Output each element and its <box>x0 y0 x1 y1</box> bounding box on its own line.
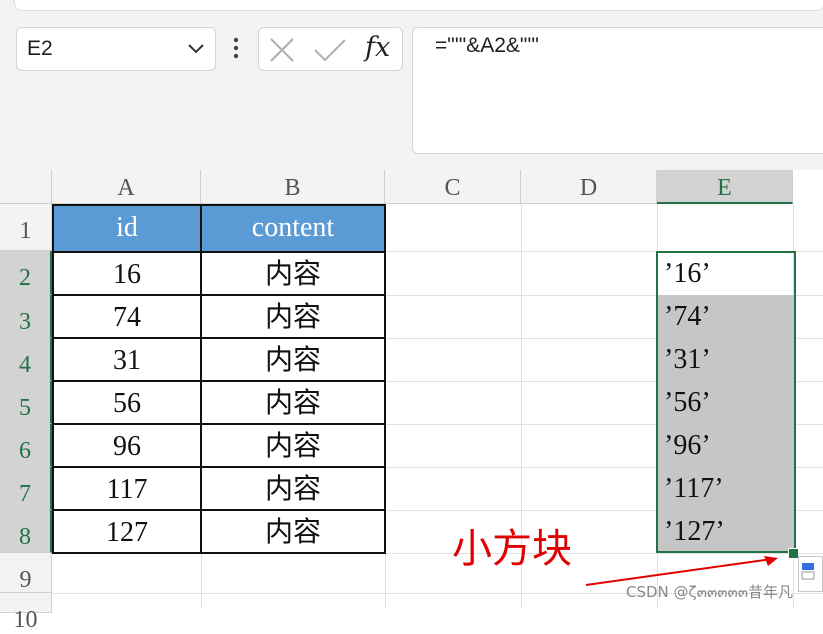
row-header-10[interactable]: 10 <box>0 593 52 633</box>
watermark: CSDN @ζ๓๓๓๓๓昔年凡 <box>626 583 793 601</box>
ribbon-toolbar-edge <box>14 0 823 11</box>
table-cell[interactable]: 内容 <box>200 253 386 296</box>
formula-text[interactable]: ="'"&A2&"'" <box>435 34 539 58</box>
table-cell[interactable]: 内容 <box>200 468 386 511</box>
cancel-icon[interactable] <box>269 38 295 62</box>
auto-fill-icon <box>801 563 815 580</box>
column-header-b[interactable]: B <box>201 170 385 204</box>
auto-fill-options-button[interactable] <box>798 556 823 592</box>
table-cell[interactable]: 内容 <box>200 425 386 468</box>
formula-bar[interactable]: ="'"&A2&"'" <box>412 27 823 154</box>
formula-buttons: fx <box>258 27 403 71</box>
row-header-1[interactable]: 1 <box>0 204 52 251</box>
row-header-8[interactable]: 8 <box>0 510 52 553</box>
row-header-3[interactable]: 3 <box>0 295 52 338</box>
table-cell[interactable]: 74 <box>52 296 202 339</box>
table-cell[interactable]: 内容 <box>200 382 386 425</box>
row-header-4[interactable]: 4 <box>0 338 52 381</box>
annotation-label: 小方块 <box>452 526 572 572</box>
header-cell-content[interactable]: content <box>200 204 386 253</box>
table-cell[interactable]: 内容 <box>200 511 386 554</box>
chevron-down-icon[interactable] <box>187 42 205 56</box>
table-cell[interactable]: 31 <box>52 339 202 382</box>
check-icon[interactable] <box>313 38 347 62</box>
row-header-5[interactable]: 5 <box>0 381 52 424</box>
row-header-9[interactable]: 9 <box>0 553 52 593</box>
insert-function-icon[interactable]: fx <box>365 32 390 63</box>
table-cell[interactable]: 内容 <box>200 339 386 382</box>
column-header-e[interactable]: E <box>657 170 793 204</box>
row-header-2[interactable]: 2 <box>0 251 52 295</box>
name-box-value: E2 <box>27 37 53 60</box>
more-options-icon[interactable] <box>231 36 241 60</box>
table-cell[interactable]: 127 <box>52 511 202 554</box>
header-cell-id[interactable]: id <box>52 204 202 253</box>
column-header-a[interactable]: A <box>52 170 201 204</box>
row-header-7[interactable]: 7 <box>0 467 52 510</box>
table-cell[interactable]: 56 <box>52 382 202 425</box>
selection-range <box>656 251 796 553</box>
select-all-corner[interactable] <box>0 170 52 204</box>
row-header-6[interactable]: 6 <box>0 424 52 467</box>
name-box[interactable]: E2 <box>16 27 216 71</box>
table-cell[interactable]: 117 <box>52 468 202 511</box>
table-cell[interactable]: 内容 <box>200 296 386 339</box>
column-header-d[interactable]: D <box>521 170 657 204</box>
table-cell[interactable]: 16 <box>52 253 202 296</box>
column-header-c[interactable]: C <box>385 170 521 204</box>
table-cell[interactable]: 96 <box>52 425 202 468</box>
